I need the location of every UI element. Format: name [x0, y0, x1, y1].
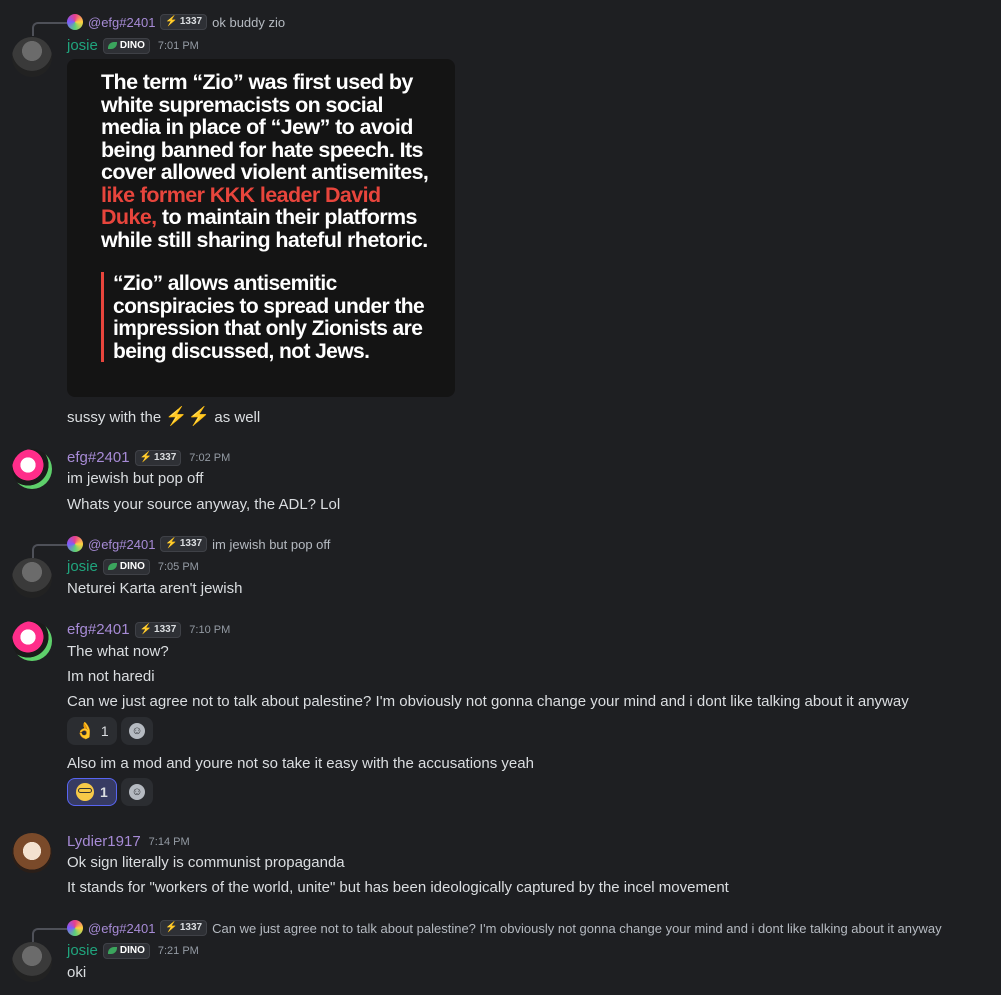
message-text: oki: [67, 964, 87, 981]
username[interactable]: josie: [67, 942, 98, 959]
smile-icon: ☺: [129, 784, 145, 800]
message-text: It stands for "workers of the world, uni…: [67, 879, 729, 896]
quote-bar: [101, 272, 104, 362]
leaf-icon: [107, 947, 117, 954]
message-text: Can we just agree not to talk about pale…: [67, 693, 909, 710]
image-text: The term “Zio” was first used by white s…: [101, 70, 429, 252]
message-text: sussy with the ⚡⚡ as well: [67, 406, 261, 426]
message-text: im jewish but pop off: [67, 470, 204, 487]
message-text: Ok sign literally is communist propagand…: [67, 854, 345, 871]
reaction-count: 1: [100, 723, 109, 739]
reply-text[interactable]: im jewish but pop off: [212, 537, 330, 552]
avatar[interactable]: [12, 833, 52, 873]
user-badge: ⚡ 1337: [160, 14, 208, 30]
reaction-ok-hand[interactable]: 👌 1: [67, 717, 117, 745]
message-header: efg#2401 ⚡ 1337 7:02 PM: [67, 449, 230, 466]
user-badge: ⚡ 1337: [160, 536, 208, 552]
timestamp[interactable]: 7:01 PM: [158, 40, 199, 52]
timestamp[interactable]: 7:05 PM: [158, 561, 199, 573]
timestamp[interactable]: 7:21 PM: [158, 945, 199, 957]
nerd-face-emoji: [76, 783, 94, 801]
message-header: josie DINO 7:05 PM: [67, 558, 199, 575]
reply-spine: [32, 544, 67, 558]
reply-text[interactable]: Can we just agree not to talk about pale…: [212, 921, 942, 936]
avatar[interactable]: [12, 558, 52, 598]
reply-username[interactable]: @efg#2401: [88, 15, 155, 30]
leaf-icon: [107, 563, 117, 570]
clan-badge[interactable]: DINO: [102, 558, 150, 575]
username[interactable]: josie: [67, 37, 98, 54]
message-text: Neturei Karta aren't jewish: [67, 580, 243, 597]
username[interactable]: efg#2401: [67, 449, 130, 466]
reaction-count: 1: [100, 784, 108, 800]
timestamp[interactable]: 7:02 PM: [189, 452, 230, 464]
user-badge[interactable]: ⚡ 1337: [134, 621, 182, 638]
reply-preview[interactable]: @efg#2401 ⚡ 1337 im jewish but pop off: [67, 536, 330, 552]
reply-username[interactable]: @efg#2401: [88, 537, 155, 552]
leaf-icon: [107, 42, 117, 49]
avatar[interactable]: [12, 621, 52, 661]
avatar[interactable]: [12, 942, 52, 982]
reply-preview[interactable]: @efg#2401 ⚡ 1337 Can we just agree not to…: [67, 920, 942, 936]
reply-text[interactable]: ok buddy zio: [212, 15, 285, 30]
username[interactable]: efg#2401: [67, 621, 130, 638]
message-text: The what now?: [67, 643, 169, 660]
message-header: josie DINO 7:01 PM: [67, 37, 199, 54]
message-text: Also im a mod and youre not so take it e…: [67, 755, 534, 772]
reply-avatar: [67, 14, 83, 30]
timestamp[interactable]: 7:10 PM: [189, 624, 230, 636]
avatar[interactable]: [12, 449, 52, 489]
message-header: josie DINO 7:21 PM: [67, 942, 199, 959]
avatar[interactable]: [12, 37, 52, 77]
reply-avatar: [67, 536, 83, 552]
smile-icon: ☺: [129, 723, 145, 739]
reply-spine: [32, 928, 67, 942]
message-header: efg#2401 ⚡ 1337 7:10 PM: [67, 621, 230, 638]
username[interactable]: josie: [67, 558, 98, 575]
clan-badge[interactable]: DINO: [102, 942, 150, 959]
add-reaction-button[interactable]: ☺: [121, 778, 153, 806]
reply-spine: [32, 22, 67, 36]
reply-preview[interactable]: @efg#2401 ⚡ 1337 ok buddy zio: [67, 14, 285, 30]
reply-username[interactable]: @efg#2401: [88, 921, 155, 936]
clan-badge[interactable]: DINO: [102, 37, 150, 54]
message-text: Whats your source anyway, the ADL? Lol: [67, 496, 341, 513]
message-text: Im not haredi: [67, 668, 155, 685]
user-badge: ⚡ 1337: [160, 920, 208, 936]
image-attachment[interactable]: The term “Zio” was first used by white s…: [67, 59, 455, 397]
message-header: Lydier1917 7:14 PM: [67, 833, 190, 850]
user-badge[interactable]: ⚡ 1337: [134, 449, 182, 466]
lightning-emoji: ⚡⚡: [165, 406, 211, 426]
timestamp[interactable]: 7:14 PM: [149, 836, 190, 848]
add-reaction-button[interactable]: ☺: [121, 717, 153, 745]
ok-hand-emoji: 👌: [75, 723, 95, 740]
reaction-nerd[interactable]: 1: [67, 778, 117, 806]
username[interactable]: Lydier1917: [67, 833, 141, 850]
image-quote: “Zio” allows antisemitic conspiracies to…: [113, 272, 425, 363]
reply-avatar: [67, 920, 83, 936]
